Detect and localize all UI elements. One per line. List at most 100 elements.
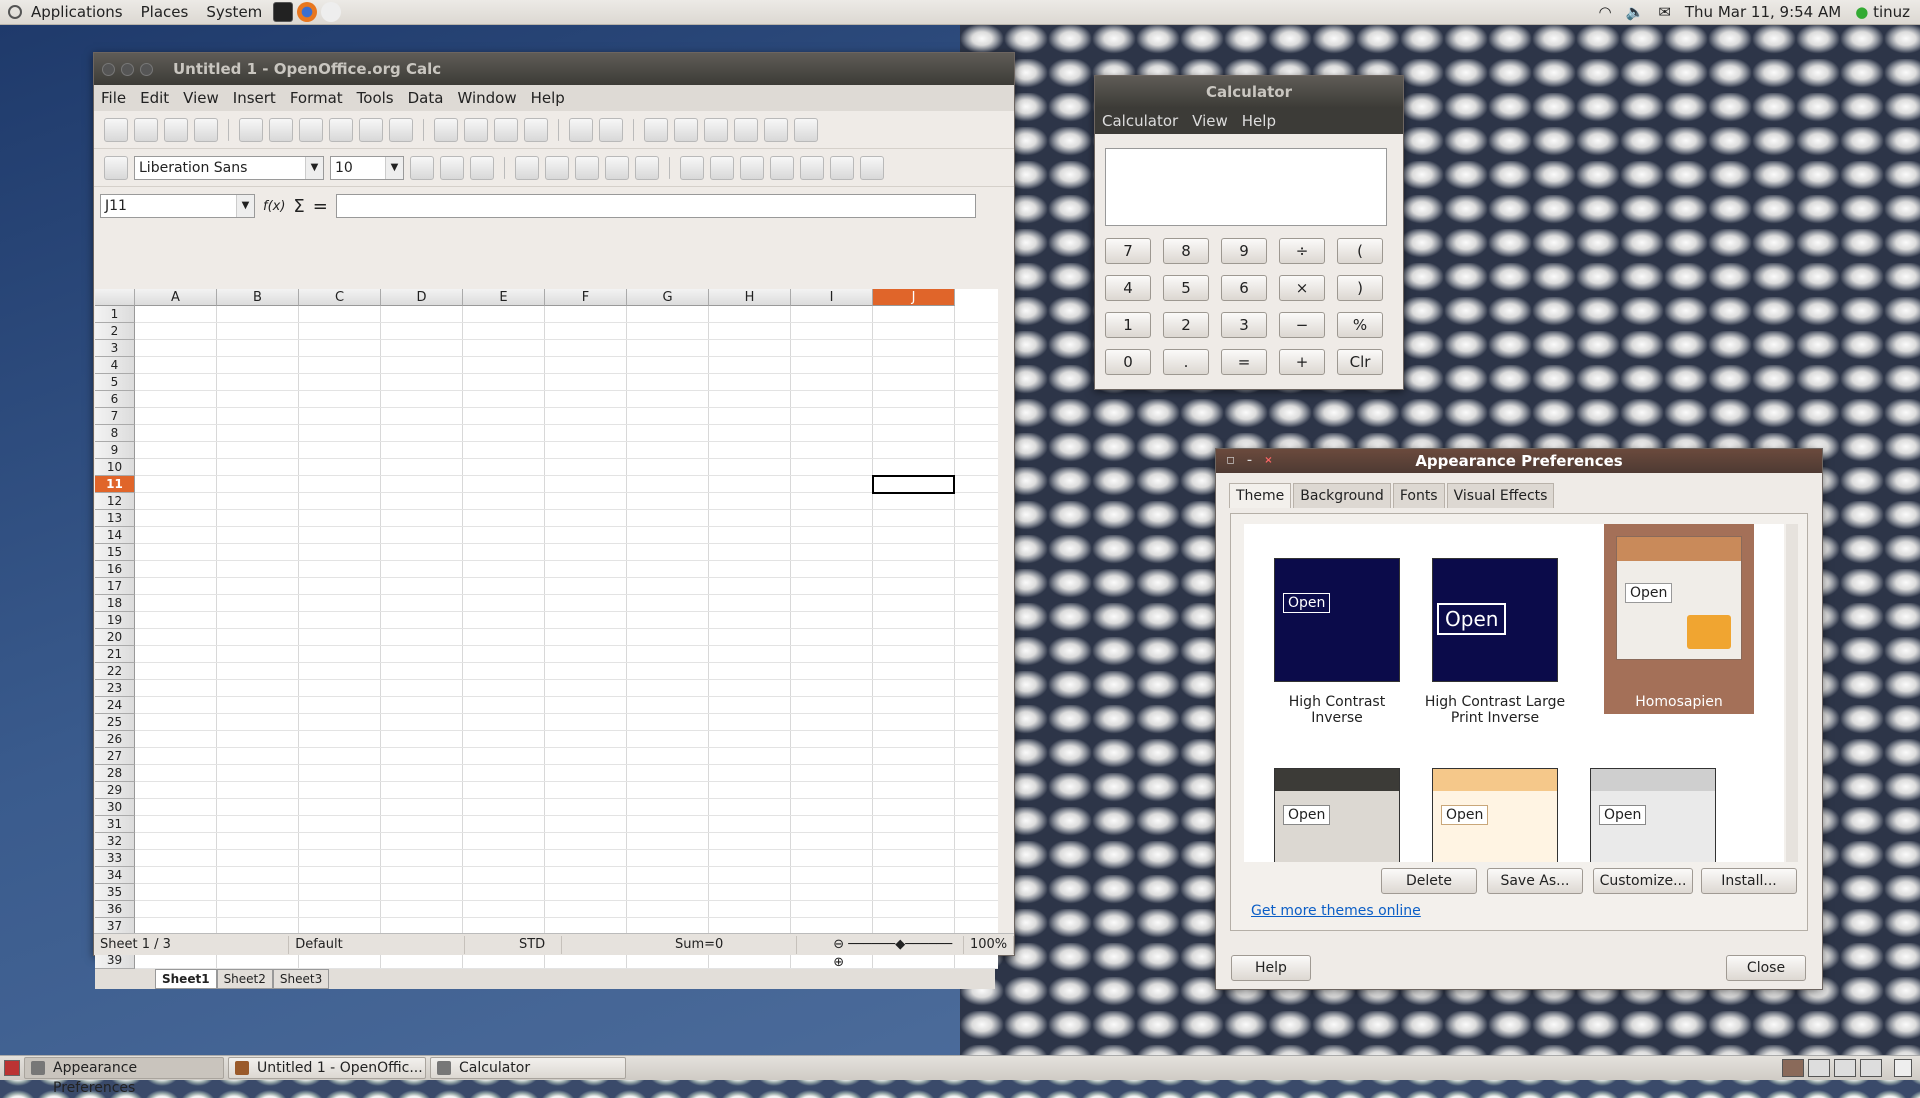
- row-header[interactable]: 32: [95, 833, 135, 850]
- theme-thumb-hc-large-inverse[interactable]: Open: [1432, 558, 1558, 682]
- bold-icon[interactable]: [410, 155, 434, 180]
- row-header[interactable]: 10: [95, 459, 135, 476]
- calc-key[interactable]: 9: [1221, 238, 1267, 264]
- chevron-down-icon[interactable]: ▼: [385, 156, 403, 179]
- show-desktop-icon[interactable]: [4, 1060, 20, 1076]
- menu-format[interactable]: Format: [283, 89, 350, 107]
- calc-key[interactable]: =: [1221, 349, 1267, 375]
- user-menu[interactable]: ● tinuz: [1855, 3, 1910, 21]
- paste-icon[interactable]: [494, 117, 518, 142]
- row-header[interactable]: 25: [95, 714, 135, 731]
- row-header[interactable]: 21: [95, 646, 135, 663]
- new-icon[interactable]: [104, 117, 128, 142]
- calc-key[interactable]: 1: [1105, 312, 1151, 338]
- minimize-icon[interactable]: –: [1243, 455, 1256, 468]
- calc-key[interactable]: 6: [1221, 275, 1267, 301]
- theme-thumb-4[interactable]: Open: [1274, 768, 1400, 862]
- autospell-icon[interactable]: [389, 117, 413, 142]
- row-header[interactable]: 7: [95, 408, 135, 425]
- close-button[interactable]: Close: [1726, 955, 1806, 981]
- network-icon[interactable]: ◠: [1599, 3, 1612, 21]
- row-header[interactable]: 27: [95, 748, 135, 765]
- function-wizard-button[interactable]: f(x): [263, 199, 285, 214]
- calc-key[interactable]: 2: [1163, 312, 1209, 338]
- edit-icon[interactable]: [239, 117, 263, 142]
- font-size-combo[interactable]: 10 ▼: [330, 155, 404, 180]
- workspace-switcher[interactable]: [1782, 1059, 1912, 1077]
- row-header[interactable]: 35: [95, 884, 135, 901]
- calc-key[interactable]: +: [1279, 349, 1325, 375]
- row-header[interactable]: 13: [95, 510, 135, 527]
- tab-background[interactable]: Background: [1293, 483, 1391, 508]
- maximize-icon[interactable]: [140, 62, 153, 76]
- calc-key[interactable]: %: [1337, 312, 1383, 338]
- menu-window[interactable]: Window: [450, 89, 523, 107]
- redo-icon[interactable]: [599, 117, 623, 142]
- merge-cells-icon[interactable]: [635, 155, 659, 180]
- theme-thumb-hc-inverse[interactable]: Open: [1274, 558, 1400, 682]
- sort-desc-icon[interactable]: [704, 117, 728, 142]
- menu-help[interactable]: Help: [524, 89, 572, 107]
- row-header[interactable]: 9: [95, 442, 135, 459]
- row-header[interactable]: 26: [95, 731, 135, 748]
- menu-insert[interactable]: Insert: [226, 89, 283, 107]
- preview-icon[interactable]: [329, 117, 353, 142]
- theme-thumb-homosapien[interactable]: Open: [1616, 536, 1742, 660]
- row-header[interactable]: 23: [95, 680, 135, 697]
- workspace-1[interactable]: [1782, 1059, 1804, 1077]
- calc-key[interactable]: ÷: [1279, 238, 1325, 264]
- tab-visual-effects[interactable]: Visual Effects: [1446, 483, 1555, 508]
- column-header[interactable]: C: [299, 289, 381, 306]
- menu-icon[interactable]: ◻: [1224, 455, 1237, 468]
- chevron-down-icon[interactable]: ▼: [236, 195, 254, 217]
- menu-places[interactable]: Places: [132, 3, 198, 21]
- calc-key[interactable]: Clr: [1337, 349, 1383, 375]
- row-header[interactable]: 12: [95, 493, 135, 510]
- close-icon[interactable]: [102, 62, 115, 76]
- column-header[interactable]: E: [463, 289, 545, 306]
- sort-asc-icon[interactable]: [674, 117, 698, 142]
- calc-key[interactable]: −: [1279, 312, 1325, 338]
- hyperlink-icon[interactable]: [644, 117, 668, 142]
- minimize-icon[interactable]: [121, 62, 134, 76]
- tab-fonts[interactable]: Fonts: [1392, 483, 1445, 508]
- row-header[interactable]: 29: [95, 782, 135, 799]
- theme-list[interactable]: Open High Contrast Inverse Open High Con…: [1244, 524, 1784, 862]
- column-header[interactable]: D: [381, 289, 463, 306]
- decimal-add-icon[interactable]: [740, 155, 764, 180]
- indent-decrease-icon[interactable]: [800, 155, 824, 180]
- row-header[interactable]: 20: [95, 629, 135, 646]
- column-header[interactable]: I: [791, 289, 873, 306]
- calc-key[interactable]: 5: [1163, 275, 1209, 301]
- volume-icon[interactable]: 🔈: [1626, 3, 1645, 21]
- column-header[interactable]: H: [709, 289, 791, 306]
- row-header[interactable]: 3: [95, 340, 135, 357]
- column-header[interactable]: F: [545, 289, 627, 306]
- row-header[interactable]: 8: [95, 425, 135, 442]
- navigator-icon[interactable]: [794, 117, 818, 142]
- row-header[interactable]: 33: [95, 850, 135, 867]
- name-box[interactable]: J11 ▼: [100, 194, 255, 218]
- chart-icon[interactable]: [734, 117, 758, 142]
- save-icon[interactable]: [164, 117, 188, 142]
- sheet-tab[interactable]: Sheet1: [155, 969, 217, 989]
- corner-header[interactable]: [95, 289, 135, 306]
- install-button[interactable]: Install...: [1701, 868, 1797, 894]
- row-header[interactable]: 17: [95, 578, 135, 595]
- menu-data[interactable]: Data: [401, 89, 451, 107]
- save-as-button[interactable]: Save As...: [1487, 868, 1583, 894]
- taskbar-appearance[interactable]: Appearance Preferences: [24, 1057, 224, 1096]
- row-header[interactable]: 34: [95, 867, 135, 884]
- row-header[interactable]: 5: [95, 374, 135, 391]
- menu-tools[interactable]: Tools: [350, 89, 401, 107]
- menu-view[interactable]: View: [1185, 112, 1235, 130]
- close-icon[interactable]: ×: [1262, 455, 1275, 468]
- undo-icon[interactable]: [569, 117, 593, 142]
- spreadsheet-grid[interactable]: A B C D E F G H I J 1 2 3 4 5 6 7 8 9 10 11 12 13 14 15 16 17 18 19 2…: [95, 289, 998, 969]
- italic-icon[interactable]: [440, 155, 464, 180]
- row-header[interactable]: 16: [95, 561, 135, 578]
- calc-key[interactable]: 3: [1221, 312, 1267, 338]
- menu-applications[interactable]: Applications: [22, 3, 132, 21]
- row-header[interactable]: 15: [95, 544, 135, 561]
- terminal-launcher-icon[interactable]: [273, 2, 294, 22]
